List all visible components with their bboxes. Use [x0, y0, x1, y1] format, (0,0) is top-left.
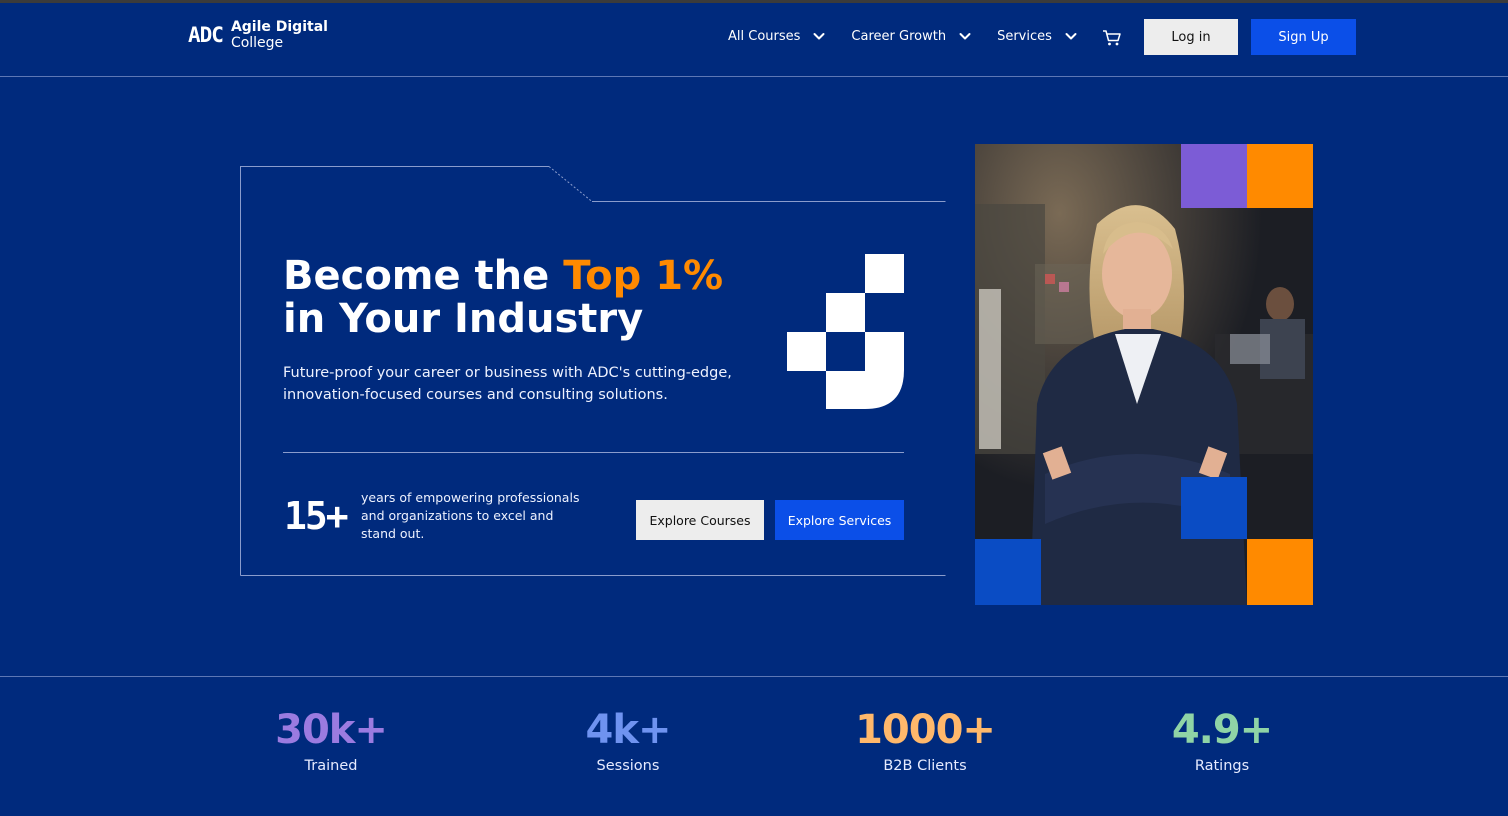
nav-all-courses-label: All Courses	[728, 28, 801, 44]
orange-tile-top	[1247, 144, 1313, 208]
navbar: ADC Agile Digital College All Courses Ca…	[0, 3, 1508, 77]
headline-pre: Become the	[283, 253, 564, 299]
nav-services-label: Services	[997, 28, 1052, 44]
explore-services-button[interactable]: Explore Services	[775, 500, 904, 540]
nav-services[interactable]: Services	[997, 23, 1078, 49]
hero-photo	[975, 144, 1313, 605]
stat-value: 4.9+	[1171, 707, 1273, 753]
hero-divider	[283, 452, 904, 453]
stat-value: 4k+	[585, 707, 672, 753]
explore-courses-button[interactable]: Explore Courses	[636, 500, 764, 540]
nav-all-courses[interactable]: All Courses	[728, 23, 826, 49]
stat-trained: 30k+ Trained	[231, 706, 431, 774]
years-description: years of empowering professionals and or…	[361, 490, 580, 541]
hero-headline: Become the Top 1% in Your Industry	[283, 255, 763, 341]
purple-tile	[1181, 144, 1247, 208]
chevron-down-icon	[1065, 33, 1077, 40]
nav-menu: All Courses Career Growth Services	[728, 23, 1078, 49]
hero-subtext: Future-proof your career or business wit…	[283, 365, 732, 403]
orange-tile-bottom	[1247, 539, 1313, 605]
headline-post: in Your Industry	[283, 296, 644, 342]
stat-label: B2B Clients	[883, 758, 967, 774]
stat-b2b-clients: 1000+ B2B Clients	[825, 706, 1025, 774]
stat-ratings: 4.9+ Ratings	[1122, 706, 1322, 774]
logo-text: Agile Digital College	[231, 19, 328, 51]
stat-sessions: 4k+ Sessions	[528, 706, 728, 774]
cart-icon[interactable]	[1102, 29, 1122, 47]
hero-photo-illustration	[975, 144, 1313, 605]
chevron-down-icon	[959, 33, 971, 40]
stats-divider	[0, 676, 1508, 677]
login-button[interactable]: Log in	[1144, 19, 1238, 55]
pixel-j-graphic	[787, 254, 904, 409]
nav-career-growth[interactable]: Career Growth	[851, 23, 972, 49]
logo-name-line1: Agile Digital	[230, 19, 328, 35]
blue-tile-left	[975, 539, 1041, 605]
logo-name-line2: College	[230, 35, 284, 51]
headline-accent: Top 1%	[563, 253, 724, 299]
stat-label: Sessions	[596, 758, 660, 774]
brand-logo[interactable]: ADC Agile Digital College	[188, 19, 328, 51]
stat-value: 30k+	[275, 707, 388, 753]
stat-label: Ratings	[1194, 758, 1250, 774]
logo-mark: ADC	[188, 23, 224, 47]
signup-button[interactable]: Sign Up	[1251, 19, 1356, 55]
stat-value: 1000+	[855, 707, 996, 753]
stat-label: Trained	[304, 758, 358, 774]
years-value: 15+	[284, 494, 349, 538]
blue-tile-right	[1181, 477, 1247, 539]
nav-career-growth-label: Career Growth	[851, 28, 947, 44]
chevron-down-icon	[813, 33, 825, 40]
